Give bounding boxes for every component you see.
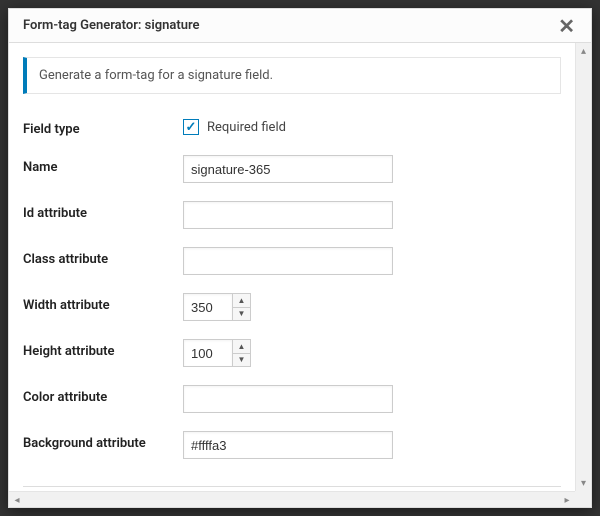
close-icon[interactable]: ✕ <box>554 12 579 40</box>
field-type-label: Field type <box>23 122 80 137</box>
width-stepper[interactable]: ▲▼ <box>233 293 251 321</box>
width-label: Width attribute <box>23 298 110 313</box>
color-label: Color attribute <box>23 390 107 405</box>
width-input[interactable] <box>183 293 233 321</box>
info-banner-text: Generate a form-tag for a signature fiel… <box>39 68 273 83</box>
chevron-down-icon[interactable]: ▼ <box>233 353 250 367</box>
class-label: Class attribute <box>23 252 108 267</box>
class-input[interactable] <box>183 247 393 275</box>
form-tag-generator-dialog: Form-tag Generator: signature ✕ Generate… <box>8 8 592 508</box>
scroll-down-icon[interactable]: ▾ <box>576 475 591 491</box>
dialog-title: Form-tag Generator: signature <box>23 18 200 33</box>
id-label: Id attribute <box>23 206 87 221</box>
scrollbar-corner <box>575 491 591 507</box>
background-input[interactable] <box>183 431 393 459</box>
required-checkbox-label: Required field <box>207 120 286 135</box>
scroll-left-icon[interactable]: ◂ <box>9 492 25 507</box>
name-label: Name <box>23 160 57 175</box>
form-fields: Field type ✓ Required field Name <box>23 108 561 468</box>
background-label: Background attribute <box>23 436 146 451</box>
height-stepper[interactable]: ▲▼ <box>233 339 251 367</box>
horizontal-scrollbar[interactable]: ◂ ▸ <box>9 491 591 507</box>
info-banner: Generate a form-tag for a signature fiel… <box>23 57 561 94</box>
chevron-up-icon[interactable]: ▲ <box>233 340 250 353</box>
vertical-scrollbar[interactable]: ▴ ▾ <box>575 43 591 491</box>
dialog-body: Generate a form-tag for a signature fiel… <box>9 43 591 507</box>
chevron-up-icon[interactable]: ▲ <box>233 294 250 307</box>
dialog-titlebar: Form-tag Generator: signature ✕ <box>9 9 591 43</box>
id-input[interactable] <box>183 201 393 229</box>
chevron-down-icon[interactable]: ▼ <box>233 307 250 321</box>
height-label: Height attribute <box>23 344 115 359</box>
scroll-right-icon[interactable]: ▸ <box>559 492 575 507</box>
name-input[interactable] <box>183 155 393 183</box>
required-checkbox[interactable]: ✓ <box>183 119 199 135</box>
height-input[interactable] <box>183 339 233 367</box>
scroll-up-icon[interactable]: ▴ <box>576 43 591 59</box>
color-input[interactable] <box>183 385 393 413</box>
